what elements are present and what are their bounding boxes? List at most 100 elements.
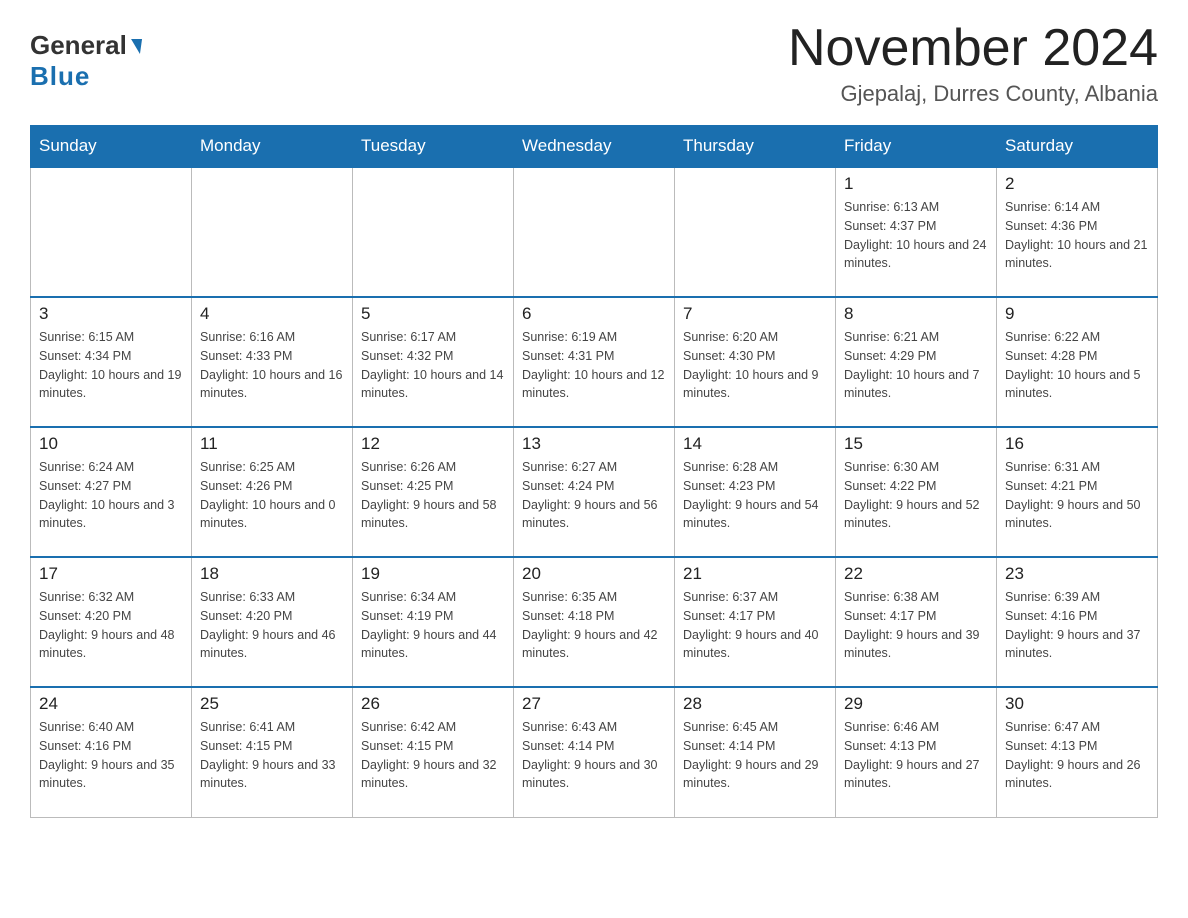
day-info: Sunrise: 6:33 AM Sunset: 4:20 PM Dayligh… — [200, 588, 344, 663]
calendar-header-tuesday: Tuesday — [353, 126, 514, 168]
calendar-cell-0-1 — [192, 167, 353, 297]
day-number: 9 — [1005, 304, 1149, 324]
calendar-header-thursday: Thursday — [675, 126, 836, 168]
day-info: Sunrise: 6:16 AM Sunset: 4:33 PM Dayligh… — [200, 328, 344, 403]
day-number: 17 — [39, 564, 183, 584]
calendar-cell-4-5: 29 Sunrise: 6:46 AM Sunset: 4:13 PM Dayli… — [836, 687, 997, 817]
logo-blue: Blue — [30, 61, 90, 92]
day-number: 29 — [844, 694, 988, 714]
calendar-cell-0-2 — [353, 167, 514, 297]
calendar-cell-1-4: 7 Sunrise: 6:20 AM Sunset: 4:30 PM Daylig… — [675, 297, 836, 427]
day-number: 7 — [683, 304, 827, 324]
calendar-header-monday: Monday — [192, 126, 353, 168]
week-row-3: 10 Sunrise: 6:24 AM Sunset: 4:27 PM Dayli… — [31, 427, 1158, 557]
calendar-cell-0-5: 1 Sunrise: 6:13 AM Sunset: 4:37 PM Daylig… — [836, 167, 997, 297]
day-number: 22 — [844, 564, 988, 584]
day-info: Sunrise: 6:42 AM Sunset: 4:15 PM Dayligh… — [361, 718, 505, 793]
day-info: Sunrise: 6:25 AM Sunset: 4:26 PM Dayligh… — [200, 458, 344, 533]
day-info: Sunrise: 6:24 AM Sunset: 4:27 PM Dayligh… — [39, 458, 183, 533]
day-info: Sunrise: 6:13 AM Sunset: 4:37 PM Dayligh… — [844, 198, 988, 273]
day-info: Sunrise: 6:14 AM Sunset: 4:36 PM Dayligh… — [1005, 198, 1149, 273]
day-info: Sunrise: 6:41 AM Sunset: 4:15 PM Dayligh… — [200, 718, 344, 793]
day-number: 3 — [39, 304, 183, 324]
calendar-cell-0-4 — [675, 167, 836, 297]
day-number: 13 — [522, 434, 666, 454]
calendar-cell-0-3 — [514, 167, 675, 297]
day-number: 5 — [361, 304, 505, 324]
calendar-cell-3-6: 23 Sunrise: 6:39 AM Sunset: 4:16 PM Dayli… — [997, 557, 1158, 687]
week-row-4: 17Sunrise: 6:32 AM Sunset: 4:20 PM Dayli… — [31, 557, 1158, 687]
day-number: 2 — [1005, 174, 1149, 194]
calendar-cell-0-6: 2 Sunrise: 6:14 AM Sunset: 4:36 PM Daylig… — [997, 167, 1158, 297]
page-header: General Blue November 2024 Gjepalaj, Dur… — [30, 20, 1158, 107]
calendar-cell-4-0: 24Sunrise: 6:40 AM Sunset: 4:16 PM Dayli… — [31, 687, 192, 817]
calendar-header-saturday: Saturday — [997, 126, 1158, 168]
week-row-2: 3 Sunrise: 6:15 AM Sunset: 4:34 PM Daylig… — [31, 297, 1158, 427]
calendar-cell-2-5: 15Sunrise: 6:30 AM Sunset: 4:22 PM Dayli… — [836, 427, 997, 557]
day-number: 1 — [844, 174, 988, 194]
day-number: 30 — [1005, 694, 1149, 714]
calendar-header-wednesday: Wednesday — [514, 126, 675, 168]
day-info: Sunrise: 6:26 AM Sunset: 4:25 PM Dayligh… — [361, 458, 505, 533]
day-number: 8 — [844, 304, 988, 324]
calendar-cell-3-1: 18 Sunrise: 6:33 AM Sunset: 4:20 PM Dayli… — [192, 557, 353, 687]
calendar-cell-1-3: 6 Sunrise: 6:19 AM Sunset: 4:31 PM Daylig… — [514, 297, 675, 427]
calendar-cell-2-2: 12Sunrise: 6:26 AM Sunset: 4:25 PM Dayli… — [353, 427, 514, 557]
day-number: 28 — [683, 694, 827, 714]
calendar-cell-4-2: 26 Sunrise: 6:42 AM Sunset: 4:15 PM Dayli… — [353, 687, 514, 817]
day-info: Sunrise: 6:17 AM Sunset: 4:32 PM Dayligh… — [361, 328, 505, 403]
week-row-1: 1 Sunrise: 6:13 AM Sunset: 4:37 PM Daylig… — [31, 167, 1158, 297]
calendar-cell-4-6: 30 Sunrise: 6:47 AM Sunset: 4:13 PM Dayli… — [997, 687, 1158, 817]
calendar-cell-2-3: 13 Sunrise: 6:27 AM Sunset: 4:24 PM Dayli… — [514, 427, 675, 557]
day-number: 4 — [200, 304, 344, 324]
day-info: Sunrise: 6:27 AM Sunset: 4:24 PM Dayligh… — [522, 458, 666, 533]
day-info: Sunrise: 6:39 AM Sunset: 4:16 PM Dayligh… — [1005, 588, 1149, 663]
calendar-cell-2-6: 16Sunrise: 6:31 AM Sunset: 4:21 PM Dayli… — [997, 427, 1158, 557]
day-number: 21 — [683, 564, 827, 584]
calendar-cell-3-2: 19Sunrise: 6:34 AM Sunset: 4:19 PM Dayli… — [353, 557, 514, 687]
day-info: Sunrise: 6:34 AM Sunset: 4:19 PM Dayligh… — [361, 588, 505, 663]
day-info: Sunrise: 6:20 AM Sunset: 4:30 PM Dayligh… — [683, 328, 827, 403]
calendar-cell-3-4: 21 Sunrise: 6:37 AM Sunset: 4:17 PM Dayli… — [675, 557, 836, 687]
day-number: 27 — [522, 694, 666, 714]
day-info: Sunrise: 6:28 AM Sunset: 4:23 PM Dayligh… — [683, 458, 827, 533]
calendar-cell-2-4: 14Sunrise: 6:28 AM Sunset: 4:23 PM Dayli… — [675, 427, 836, 557]
week-row-5: 24Sunrise: 6:40 AM Sunset: 4:16 PM Dayli… — [31, 687, 1158, 817]
day-number: 6 — [522, 304, 666, 324]
calendar-cell-1-0: 3 Sunrise: 6:15 AM Sunset: 4:34 PM Daylig… — [31, 297, 192, 427]
logo: General Blue — [30, 20, 141, 92]
day-number: 16 — [1005, 434, 1149, 454]
logo-general: General — [30, 30, 127, 61]
day-number: 26 — [361, 694, 505, 714]
calendar-cell-2-0: 10 Sunrise: 6:24 AM Sunset: 4:27 PM Dayli… — [31, 427, 192, 557]
calendar-header-sunday: Sunday — [31, 126, 192, 168]
calendar-cell-4-3: 27Sunrise: 6:43 AM Sunset: 4:14 PM Dayli… — [514, 687, 675, 817]
page-subtitle: Gjepalaj, Durres County, Albania — [788, 81, 1158, 107]
day-info: Sunrise: 6:47 AM Sunset: 4:13 PM Dayligh… — [1005, 718, 1149, 793]
day-info: Sunrise: 6:15 AM Sunset: 4:34 PM Dayligh… — [39, 328, 183, 403]
day-info: Sunrise: 6:22 AM Sunset: 4:28 PM Dayligh… — [1005, 328, 1149, 403]
day-info: Sunrise: 6:46 AM Sunset: 4:13 PM Dayligh… — [844, 718, 988, 793]
title-area: November 2024 Gjepalaj, Durres County, A… — [788, 20, 1158, 107]
day-number: 11 — [200, 434, 344, 454]
day-info: Sunrise: 6:30 AM Sunset: 4:22 PM Dayligh… — [844, 458, 988, 533]
day-number: 23 — [1005, 564, 1149, 584]
calendar-header-friday: Friday — [836, 126, 997, 168]
calendar-table: SundayMondayTuesdayWednesdayThursdayFrid… — [30, 125, 1158, 818]
day-number: 20 — [522, 564, 666, 584]
day-info: Sunrise: 6:45 AM Sunset: 4:14 PM Dayligh… — [683, 718, 827, 793]
day-info: Sunrise: 6:37 AM Sunset: 4:17 PM Dayligh… — [683, 588, 827, 663]
calendar-cell-0-0 — [31, 167, 192, 297]
calendar-cell-3-5: 22 Sunrise: 6:38 AM Sunset: 4:17 PM Dayli… — [836, 557, 997, 687]
logo-arrow-icon — [129, 39, 142, 54]
calendar-cell-3-0: 17Sunrise: 6:32 AM Sunset: 4:20 PM Dayli… — [31, 557, 192, 687]
calendar-cell-1-5: 8Sunrise: 6:21 AM Sunset: 4:29 PM Daylig… — [836, 297, 997, 427]
day-number: 18 — [200, 564, 344, 584]
calendar-cell-2-1: 11 Sunrise: 6:25 AM Sunset: 4:26 PM Dayli… — [192, 427, 353, 557]
day-number: 25 — [200, 694, 344, 714]
day-info: Sunrise: 6:38 AM Sunset: 4:17 PM Dayligh… — [844, 588, 988, 663]
calendar-cell-4-1: 25 Sunrise: 6:41 AM Sunset: 4:15 PM Dayli… — [192, 687, 353, 817]
day-info: Sunrise: 6:19 AM Sunset: 4:31 PM Dayligh… — [522, 328, 666, 403]
calendar-cell-1-2: 5 Sunrise: 6:17 AM Sunset: 4:32 PM Daylig… — [353, 297, 514, 427]
day-number: 10 — [39, 434, 183, 454]
